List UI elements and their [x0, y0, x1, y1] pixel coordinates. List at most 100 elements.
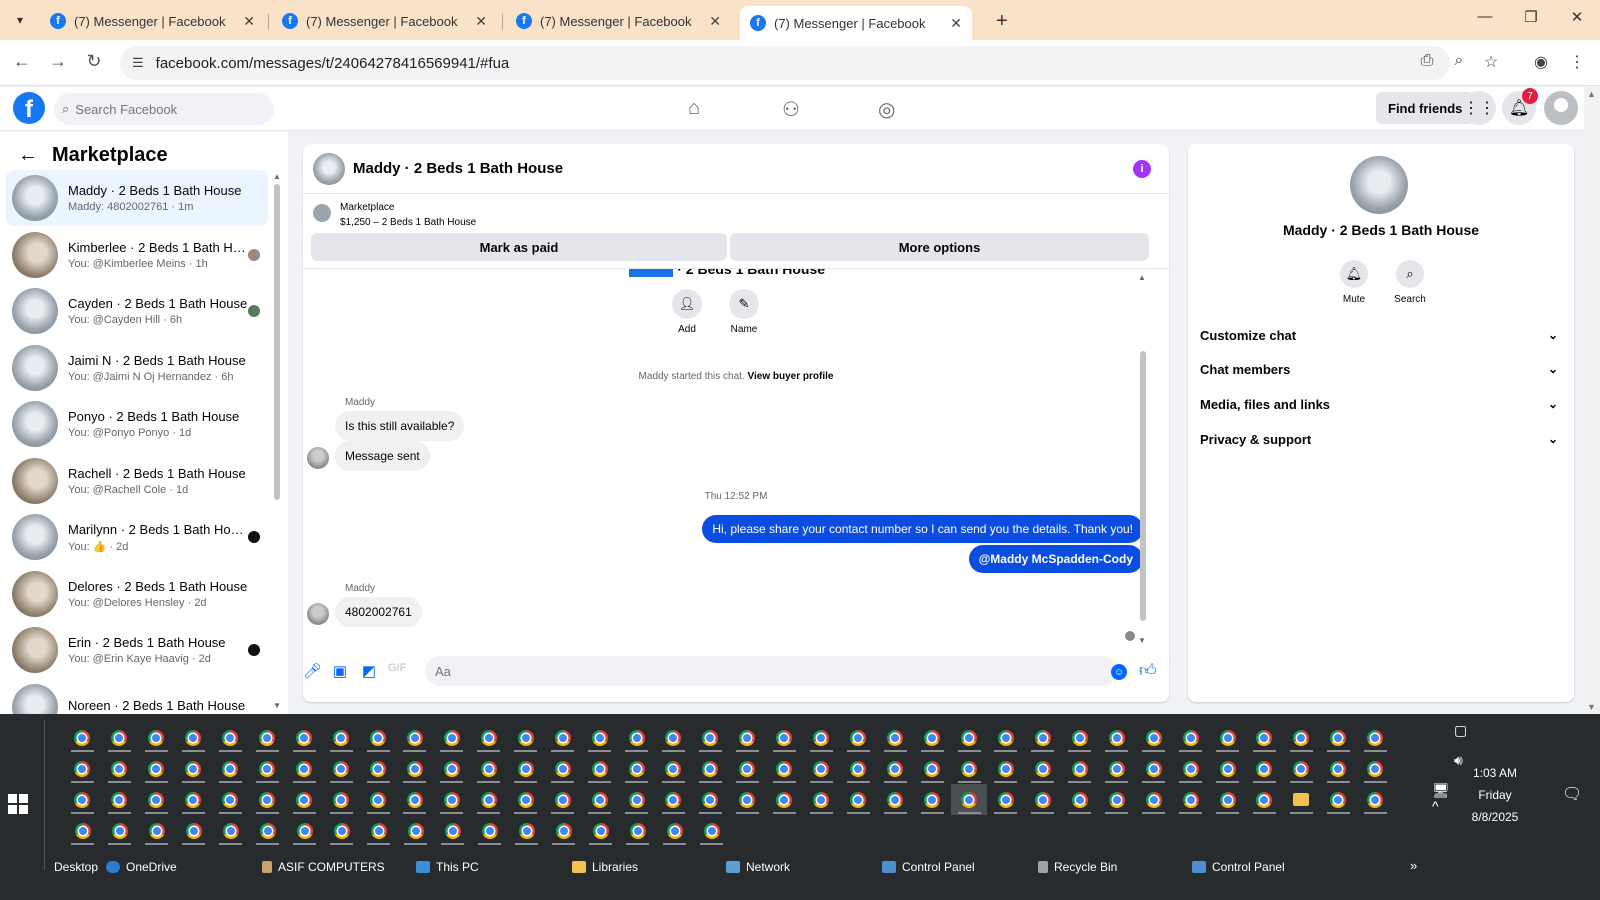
- taskbar-chrome-window[interactable]: [175, 815, 212, 846]
- taskbar-chrome-window[interactable]: [101, 753, 138, 784]
- scrollbar-thumb[interactable]: [1140, 351, 1146, 621]
- restore-window-icon[interactable]: ❐: [1516, 8, 1546, 26]
- taskbar-chrome-window[interactable]: [1357, 722, 1394, 753]
- menu-grid-icon[interactable]: ⋮⋮: [1462, 91, 1496, 125]
- conversation-item[interactable]: Jaimi N · 2 Beds 1 Bath House You: @Jaimi…: [6, 340, 268, 396]
- sender-avatar[interactable]: [307, 603, 329, 625]
- browser-menu-icon[interactable]: ⋮: [1566, 52, 1588, 72]
- taskbar-chrome-window[interactable]: [729, 784, 766, 815]
- message-input[interactable]: [435, 663, 1075, 679]
- taskbar-chrome-window[interactable]: [655, 784, 692, 815]
- media-files-links-section[interactable]: Media, files and links ⌄: [1200, 389, 1562, 419]
- taskbar-chrome-window[interactable]: [692, 722, 729, 753]
- taskbar-chrome-window[interactable]: [323, 753, 360, 784]
- taskbar-chrome-window[interactable]: [729, 722, 766, 753]
- taskbar-chrome-window[interactable]: [951, 753, 988, 784]
- taskbar-chrome-window[interactable]: [323, 784, 360, 815]
- taskbar-chrome-window[interactable]: [544, 722, 581, 753]
- message-input-box[interactable]: [425, 656, 1117, 686]
- emoji-icon[interactable]: ☺: [1111, 664, 1127, 680]
- taskbar-chrome-window[interactable]: [1357, 753, 1394, 784]
- taskbar-chrome-window[interactable]: [433, 722, 470, 753]
- quick-item-control-panel[interactable]: Control Panel: [882, 860, 975, 874]
- scroll-up-arrow-icon[interactable]: ▲: [273, 172, 281, 181]
- account-avatar[interactable]: [1544, 91, 1578, 125]
- taskbar-chrome-window[interactable]: [1209, 722, 1246, 753]
- taskbar-chrome-window[interactable]: [101, 815, 138, 846]
- taskbar-chrome-window[interactable]: [1172, 784, 1209, 815]
- chat-members-section[interactable]: Chat members ⌄: [1200, 354, 1562, 384]
- url-field[interactable]: ☰ facebook.com/messages/t/24064278416569…: [120, 46, 1450, 80]
- taskbar-chrome-window[interactable]: [360, 815, 397, 846]
- taskbar-chrome-window[interactable]: [692, 753, 729, 784]
- taskbar-chrome-window[interactable]: [766, 784, 803, 815]
- taskbar-chrome-window[interactable]: [581, 753, 618, 784]
- taskbar-chrome-window[interactable]: [1172, 753, 1209, 784]
- taskbar-chrome-window[interactable]: [1024, 753, 1061, 784]
- taskbar-chrome-window[interactable]: [840, 722, 877, 753]
- info-icon[interactable]: i: [1133, 160, 1151, 178]
- taskbar-chrome-window[interactable]: [987, 722, 1024, 753]
- taskbar-chrome-window[interactable]: [507, 722, 544, 753]
- quick-item-this-pc[interactable]: This PC: [416, 860, 479, 874]
- taskbar-chrome-window[interactable]: [1061, 784, 1098, 815]
- taskbar-chrome-window[interactable]: [507, 753, 544, 784]
- taskbar-chrome-window[interactable]: [470, 753, 507, 784]
- browser-tab-1[interactable]: f (7) Messenger | Facebook ✕: [40, 6, 265, 36]
- taskbar-chrome-window[interactable]: [507, 784, 544, 815]
- conversation-item[interactable]: Noreen · 2 Beds 1 Bath House: [6, 679, 268, 714]
- new-tab-plus-icon[interactable]: +: [996, 10, 1008, 33]
- taskbar-chrome-window[interactable]: [877, 722, 914, 753]
- taskbar-chrome-window[interactable]: [766, 722, 803, 753]
- page-scrollbar[interactable]: ▲ ▼: [1584, 87, 1600, 714]
- chat-title[interactable]: Maddy · 2 Beds 1 Bath House: [353, 160, 563, 177]
- photo-icon[interactable]: ▣: [331, 662, 349, 680]
- taskbar-chrome-window[interactable]: [1209, 784, 1246, 815]
- close-tab-icon[interactable]: ✕: [475, 13, 487, 30]
- incoming-message[interactable]: Is this still available?: [335, 411, 465, 441]
- taskbar-chrome-window[interactable]: [212, 815, 249, 846]
- site-info-icon[interactable]: ☰: [132, 55, 144, 71]
- back-arrow-icon[interactable]: ←: [18, 144, 38, 167]
- chat-avatar[interactable]: [313, 152, 345, 185]
- taskbar-chrome-window[interactable]: [693, 815, 730, 846]
- reload-icon[interactable]: ↻: [82, 51, 106, 72]
- taskbar-chrome-window[interactable]: [138, 784, 175, 815]
- sender-avatar[interactable]: [307, 447, 329, 469]
- taskbar-chrome-window[interactable]: [175, 753, 212, 784]
- taskbar-chrome-window[interactable]: [433, 753, 470, 784]
- conversation-item[interactable]: Kimberlee · 2 Beds 1 Bath Ho... You: @Kim…: [6, 227, 268, 283]
- incoming-message[interactable]: 4802002761: [335, 597, 422, 627]
- outgoing-message[interactable]: Hi, please share your contact number so …: [702, 515, 1143, 543]
- taskbar-chrome-window[interactable]: [1320, 784, 1357, 815]
- home-icon[interactable]: ⌂: [688, 97, 700, 120]
- quick-item-user[interactable]: ASIF COMPUTERS: [262, 860, 385, 874]
- taskbar-chrome-window[interactable]: [1098, 784, 1135, 815]
- close-tab-icon[interactable]: ✕: [950, 15, 962, 32]
- search-action[interactable]: ⌕ Search: [1380, 260, 1440, 305]
- taskbar-chrome-window[interactable]: [914, 753, 951, 784]
- taskbar-chrome-window[interactable]: [470, 722, 507, 753]
- close-tab-icon[interactable]: ✕: [243, 13, 255, 30]
- taskbar-chrome-window[interactable]: [249, 753, 286, 784]
- profile-icon[interactable]: ◉: [1530, 52, 1552, 72]
- taskbar-chrome-window[interactable]: [545, 815, 582, 846]
- taskbar-chrome-window[interactable]: [212, 784, 249, 815]
- taskbar-chrome-window[interactable]: [323, 815, 360, 846]
- taskbar-chrome-window[interactable]: [581, 784, 618, 815]
- network-icon[interactable]: 🖥︎: [1432, 782, 1450, 799]
- taskbar-chrome-window[interactable]: [101, 784, 138, 815]
- taskbar-chrome-window[interactable]: [64, 784, 101, 815]
- windows-start-icon[interactable]: [8, 794, 28, 814]
- taskbar-chrome-window[interactable]: [360, 784, 397, 815]
- taskbar-chrome-window[interactable]: [1061, 753, 1098, 784]
- scroll-down-arrow-icon[interactable]: ▼: [273, 701, 281, 710]
- taskbar-chrome-window[interactable]: [1246, 753, 1283, 784]
- scroll-up-arrow-icon[interactable]: ▲: [1587, 89, 1596, 99]
- taskbar-chrome-window[interactable]: [434, 815, 471, 846]
- taskbar-chrome-window[interactable]: [1024, 784, 1061, 815]
- contact-avatar[interactable]: [1350, 156, 1408, 214]
- conversation-item[interactable]: Erin · 2 Beds 1 Bath House You: @Erin Kay…: [6, 622, 268, 678]
- friends-icon[interactable]: ⚇: [782, 97, 800, 122]
- taskbar-chrome-window[interactable]: [581, 722, 618, 753]
